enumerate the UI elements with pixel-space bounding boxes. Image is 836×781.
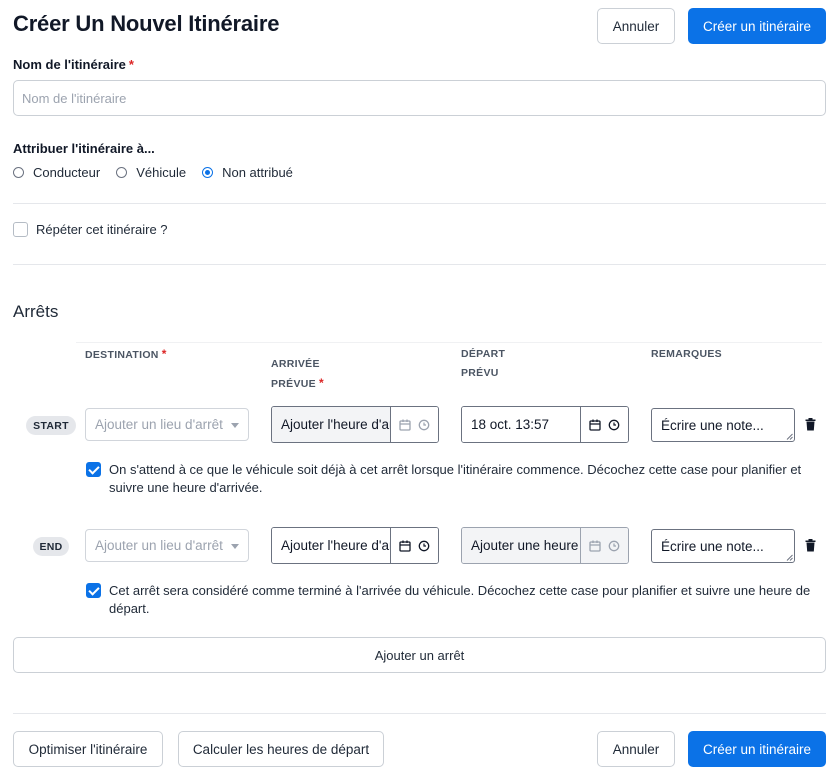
note-placeholder: Écrire une note...	[661, 538, 764, 554]
datetime-value[interactable]: 18 oct. 13:57	[462, 407, 581, 442]
end-departure-checkbox[interactable]	[86, 583, 101, 598]
start-departure-datetime[interactable]: 18 oct. 13:57	[461, 406, 629, 443]
cancel-button[interactable]: Annuler	[597, 8, 675, 44]
footer-cancel-button[interactable]: Annuler	[597, 731, 675, 767]
start-destination-select[interactable]: Ajouter un lieu d'arrêt	[85, 408, 249, 441]
clock-icon	[608, 540, 620, 552]
footer-create-route-button[interactable]: Créer un itinéraire	[688, 731, 826, 767]
clock-icon[interactable]	[418, 540, 430, 552]
resize-grip-icon[interactable]	[786, 554, 793, 561]
end-departure-datetime: Ajouter une heure de départ	[461, 527, 629, 564]
select-placeholder: Ajouter un lieu d'arrêt	[95, 417, 223, 432]
divider	[13, 713, 826, 714]
divider	[13, 203, 826, 204]
start-arrival-datetime[interactable]: Ajouter l'heure d'arrivée	[271, 406, 439, 443]
radio-vehicle[interactable]	[116, 167, 128, 178]
repeat-checkbox[interactable]	[13, 222, 28, 237]
resize-grip-icon[interactable]	[786, 433, 793, 440]
assign-option-vehicle[interactable]: Véhicule	[116, 165, 186, 180]
col-departure: DÉPART PRÉVU	[461, 348, 506, 379]
note-placeholder: Écrire une note...	[661, 417, 764, 433]
calendar-icon[interactable]	[399, 540, 411, 552]
add-stop-button[interactable]: Ajouter un arrêt	[13, 637, 826, 673]
route-name-input[interactable]: Nom de l'itinéraire	[13, 80, 826, 116]
end-checkbox-text: Cet arrêt sera considéré comme terminé à…	[109, 583, 811, 616]
col-arrival: ARRIVÉE PRÉVUE *	[271, 358, 324, 390]
assign-option-unassigned[interactable]: Non attribué	[202, 165, 293, 180]
calculate-departure-times-button[interactable]: Calculer les heures de départ	[178, 731, 384, 767]
end-checkbox[interactable]	[86, 583, 101, 603]
end-badge: END	[33, 537, 69, 556]
start-badge: START	[26, 416, 76, 435]
stops-section-title: Arrêts	[13, 302, 59, 321]
assign-option-label: Véhicule	[136, 165, 187, 180]
route-name-label: Nom de l'itinéraire *	[13, 57, 134, 72]
repeat-route-option[interactable]: Répéter cet itinéraire ?	[13, 222, 168, 237]
assign-option-driver[interactable]: Conducteur	[13, 165, 100, 180]
page-title: Créer Un Nouvel Itinéraire	[13, 11, 280, 36]
calendar-icon	[589, 540, 601, 552]
create-route-button[interactable]: Créer un itinéraire	[688, 8, 826, 44]
start-note-textarea[interactable]: Écrire une note...	[651, 408, 795, 442]
end-destination-select[interactable]: Ajouter un lieu d'arrêt	[85, 529, 249, 562]
col-remarks: REMARQUES	[651, 348, 722, 360]
clock-icon[interactable]	[608, 419, 620, 431]
start-checkbox[interactable]	[86, 462, 101, 482]
start-arrival-checkbox[interactable]	[86, 462, 101, 477]
datetime-value[interactable]: Ajouter l'heure d'arrivée	[272, 528, 391, 563]
table-header-divider	[76, 342, 822, 343]
datetime-value[interactable]: Ajouter l'heure d'arrivée	[272, 407, 391, 442]
clock-icon[interactable]	[418, 419, 430, 431]
assign-option-label: Conducteur	[33, 165, 101, 180]
repeat-label: Répéter cet itinéraire ?	[36, 222, 168, 237]
start-checkbox-text: On s'attend à ce que le véhicule soit dé…	[109, 462, 802, 495]
delete-start-stop-icon[interactable]	[805, 418, 816, 431]
assign-option-label: Non attribué	[222, 165, 293, 180]
calendar-icon[interactable]	[399, 419, 411, 431]
col-destination: DESTINATION *	[85, 347, 167, 361]
radio-driver[interactable]	[13, 167, 24, 178]
select-placeholder: Ajouter un lieu d'arrêt	[95, 538, 223, 553]
end-arrival-datetime[interactable]: Ajouter l'heure d'arrivée	[271, 527, 439, 564]
assign-label: Attribuer l'itinéraire à...	[13, 141, 155, 156]
assign-radio-group: Conducteur Véhicule Non attribué	[13, 165, 309, 180]
calendar-icon[interactable]	[589, 419, 601, 431]
delete-end-stop-icon[interactable]	[805, 539, 816, 552]
radio-unassigned[interactable]	[202, 167, 214, 178]
end-note-textarea[interactable]: Écrire une note...	[651, 529, 795, 563]
chevron-down-icon	[231, 423, 239, 428]
divider	[13, 264, 826, 265]
datetime-value: Ajouter une heure de départ	[462, 528, 581, 563]
optimize-route-button[interactable]: Optimiser l'itinéraire	[13, 731, 163, 767]
chevron-down-icon	[231, 544, 239, 549]
